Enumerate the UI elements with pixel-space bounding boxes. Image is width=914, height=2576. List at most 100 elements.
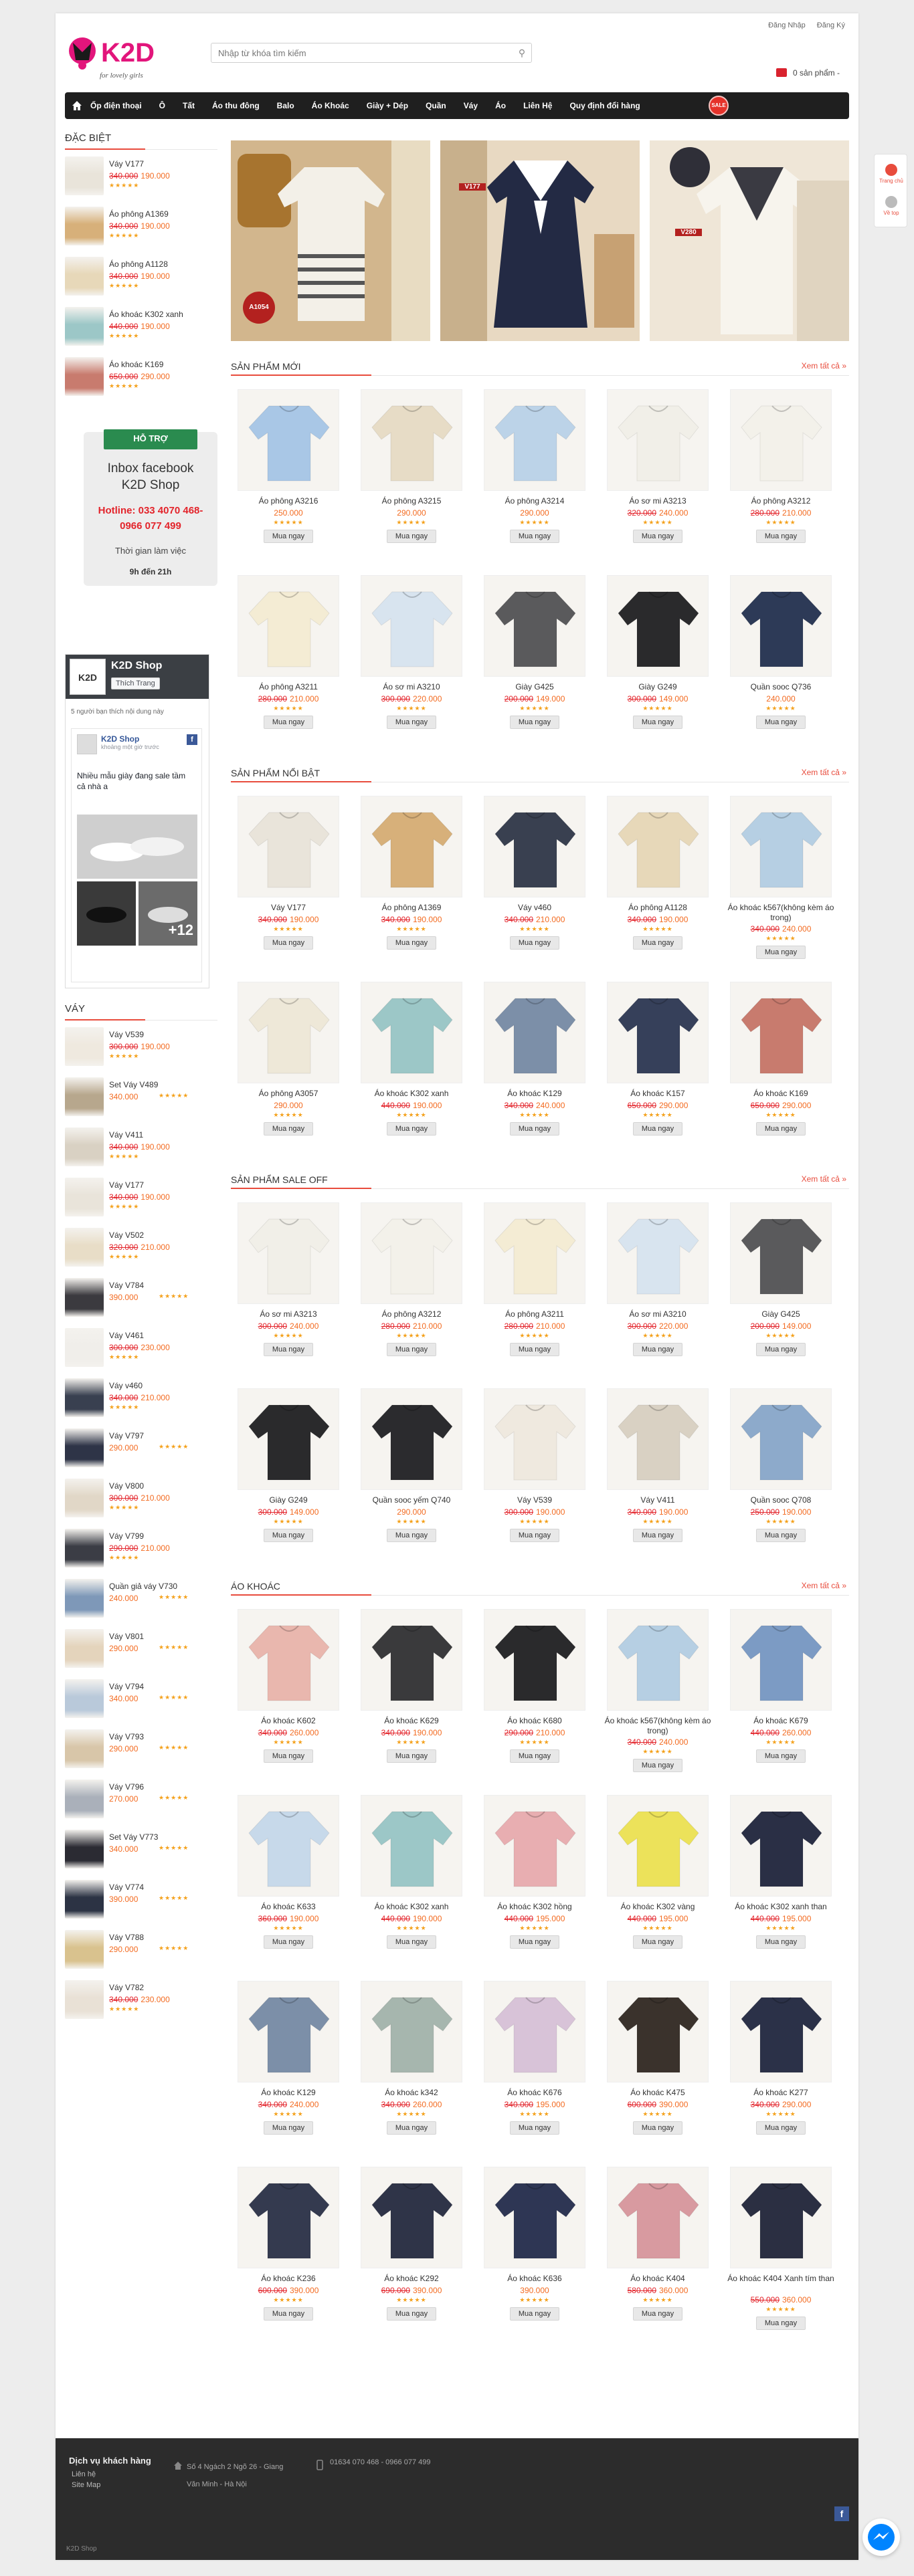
buy-now-button[interactable]: Mua ngay [387,936,436,950]
buy-now-button[interactable]: Mua ngay [387,716,436,729]
product-name[interactable]: Áo khoác K169 [109,360,163,369]
product-name[interactable]: Váy V799 [109,1531,144,1541]
product-thumbnail[interactable] [65,1378,104,1417]
buy-now-button[interactable]: Mua ngay [510,1529,559,1542]
buy-now-button[interactable]: Mua ngay [756,1122,806,1136]
product-image[interactable] [484,2167,585,2268]
product-thumbnail[interactable] [65,1328,104,1367]
see-all-link[interactable]: Xem tất cả » [802,1174,846,1184]
product-image[interactable] [484,1981,585,2082]
search-icon[interactable]: ⚲ [515,46,529,60]
sidebar-product[interactable]: Áo phông A1369 340.000 190.000 ★★★★★ [65,200,217,250]
nav-item[interactable]: Áo Khoác [312,101,349,110]
product-name[interactable]: Áo khoác k342 [354,2088,469,2098]
product-thumbnail[interactable] [65,1830,104,1868]
product-image[interactable] [238,575,339,677]
product-name[interactable]: Váy V793 [109,1732,144,1741]
product-thumbnail[interactable] [65,1629,104,1668]
buy-now-button[interactable]: Mua ngay [387,1529,436,1542]
product-name[interactable]: Váy V539 [109,1030,144,1039]
product-name[interactable]: Váy V502 [109,1230,144,1240]
banner-slide-1[interactable]: A1054 [231,140,430,341]
sidebar-product[interactable]: Set Váy V773 340.000 ★★★★★ [65,1823,217,1873]
product-name[interactable]: Áo phông A3212 [354,1309,469,1319]
product-image[interactable] [730,1795,832,1897]
sidebar-product[interactable]: Váy V177 340.000 190.000 ★★★★★ [65,150,217,200]
buy-now-button[interactable]: Mua ngay [756,530,806,543]
product-name[interactable]: Áo khoác K169 [723,1089,838,1099]
product-thumbnail[interactable] [65,307,104,346]
banner-slide-3[interactable]: V280 [650,140,849,341]
buy-now-button[interactable]: Mua ngay [756,2317,806,2330]
search-input[interactable] [211,43,506,62]
product-name[interactable]: Set Váy V773 [109,1832,158,1842]
product-image[interactable] [238,1609,339,1711]
fb-post-author[interactable]: K2D Shop [101,734,139,744]
product-image[interactable] [607,982,709,1083]
product-image[interactable] [607,1202,709,1304]
product-image[interactable] [361,1609,462,1711]
nav-item[interactable]: Áo thu đông [212,101,260,110]
product-name[interactable]: Váy V461 [109,1331,144,1340]
product-name[interactable]: Váy V796 [109,1782,144,1792]
product-image[interactable] [484,1609,585,1711]
buy-now-button[interactable]: Mua ngay [264,1749,313,1763]
fb-post-photos[interactable]: +12 [77,815,197,946]
product-name[interactable]: Váy V782 [109,1983,144,1992]
product-image[interactable] [238,389,339,491]
float-home-button[interactable]: Trang chủ [875,164,908,184]
sidebar-product[interactable]: Váy V782 340.000 230.000 ★★★★★ [65,1973,217,2024]
buy-now-button[interactable]: Mua ngay [633,1122,682,1136]
product-image[interactable] [361,982,462,1083]
product-image[interactable] [238,982,339,1083]
product-name[interactable]: Áo khoác K679 [723,1716,838,1726]
product-image[interactable] [607,1609,709,1711]
nav-item[interactable]: Tất [183,101,195,110]
buy-now-button[interactable]: Mua ngay [264,1935,313,1949]
sidebar-product[interactable]: Áo phông A1128 340.000 190.000 ★★★★★ [65,250,217,300]
product-name[interactable]: Áo khoác K680 [477,1716,592,1726]
product-name[interactable]: Váy V177 [109,159,144,169]
product-name[interactable]: Váy V539 [477,1495,592,1505]
product-image[interactable] [361,1202,462,1304]
product-name[interactable]: Áo phông A3216 [231,496,346,506]
product-name[interactable]: Váy v460 [477,903,592,913]
sidebar-product[interactable]: Váy V801 290.000 ★★★★★ [65,1622,217,1673]
sidebar-product[interactable]: Váy V502 320.000 210.000 ★★★★★ [65,1221,217,1271]
product-name[interactable]: Áo khoác K129 [477,1089,592,1099]
product-name[interactable]: Áo khoác K277 [723,2088,838,2098]
product-name[interactable]: Quần sooc Q708 [723,1495,838,1505]
see-all-link[interactable]: Xem tất cả » [802,361,846,370]
sidebar-product[interactable]: Set Váy V489 340.000 ★★★★★ [65,1071,217,1121]
sidebar-product[interactable]: Váy V788 290.000 ★★★★★ [65,1923,217,1973]
buy-now-button[interactable]: Mua ngay [756,1935,806,1949]
product-image[interactable] [484,1388,585,1490]
product-name[interactable]: Váy V794 [109,1682,144,1691]
product-thumbnail[interactable] [65,1579,104,1618]
product-name[interactable]: Quần sooc Q736 [723,682,838,692]
product-thumbnail[interactable] [65,1679,104,1718]
product-thumbnail[interactable] [65,1729,104,1768]
buy-now-button[interactable]: Mua ngay [387,1935,436,1949]
product-name[interactable]: Áo khoác k567(không kèm áo trong) [723,903,838,923]
sidebar-product[interactable]: Váy V799 290.000 210.000 ★★★★★ [65,1522,217,1572]
sidebar-product[interactable]: Váy V794 340.000 ★★★★★ [65,1673,217,1723]
product-name[interactable]: Áo khoác K629 [354,1716,469,1726]
product-name[interactable]: Váy V774 [109,1883,144,1892]
product-name[interactable]: Áo khoác K404 [600,2274,715,2284]
product-name[interactable]: Áo khoác k567(không kèm áo trong) [600,1716,715,1736]
buy-now-button[interactable]: Mua ngay [510,1749,559,1763]
product-name[interactable]: Giày G249 [600,682,715,692]
product-name[interactable]: Áo khoác K292 [354,2274,469,2284]
product-thumbnail[interactable] [65,257,104,296]
buy-now-button[interactable]: Mua ngay [264,1529,313,1542]
product-image[interactable] [730,796,832,897]
product-name[interactable]: Váy v460 [109,1381,143,1390]
buy-now-button[interactable]: Mua ngay [387,530,436,543]
product-name[interactable]: Giày G425 [723,1309,838,1319]
buy-now-button[interactable]: Mua ngay [756,946,806,959]
buy-now-button[interactable]: Mua ngay [633,530,682,543]
product-name[interactable]: Áo phông A3211 [477,1309,592,1319]
nav-item[interactable]: Liên Hệ [523,101,552,110]
buy-now-button[interactable]: Mua ngay [633,716,682,729]
